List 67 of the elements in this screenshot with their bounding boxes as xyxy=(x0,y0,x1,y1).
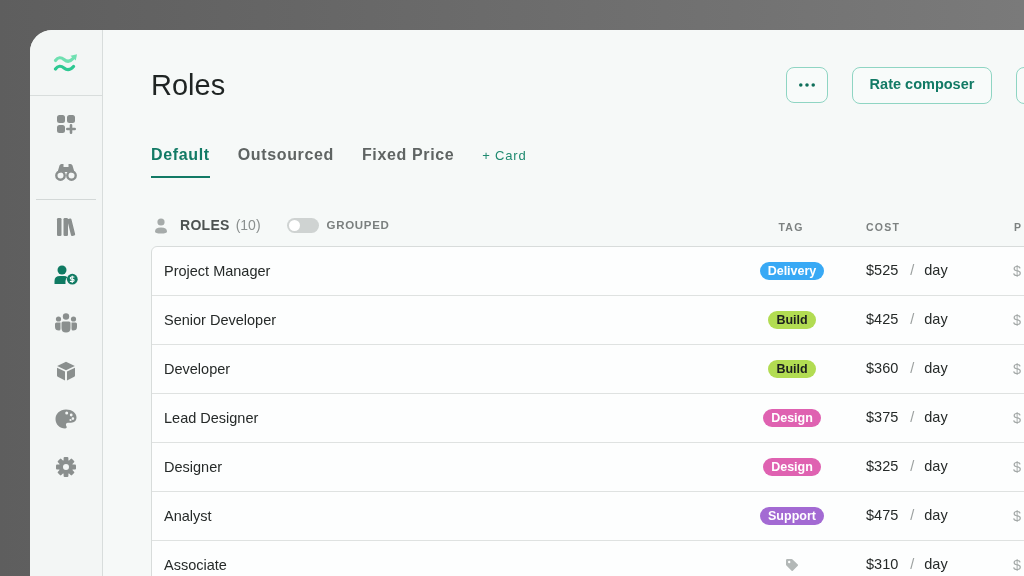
role-name: Senior Developer xyxy=(164,312,277,328)
tab[interactable]: Default xyxy=(151,143,210,178)
column-header: COST xyxy=(866,220,901,233)
cost-amount: $375 xyxy=(866,408,899,428)
more-icon xyxy=(799,83,815,87)
cost-unit: day xyxy=(924,506,948,526)
binoculars-icon[interactable] xyxy=(55,163,77,181)
table-cell: $ xyxy=(1013,410,1022,426)
cost-amount: $325 xyxy=(866,457,899,477)
table-cell: $ xyxy=(1013,508,1022,524)
settings-icon[interactable] xyxy=(56,457,76,477)
column-header: TAG xyxy=(778,220,804,233)
toggle-label: GROUPED xyxy=(326,217,390,233)
palette-icon[interactable] xyxy=(55,409,77,429)
cost-amount: $360 xyxy=(866,359,899,379)
logo-icon xyxy=(53,51,79,74)
cost-unit: day xyxy=(924,408,948,428)
tag-badge: Support xyxy=(760,507,824,525)
table-cell: $ xyxy=(1013,263,1022,279)
tag-icon[interactable] xyxy=(785,558,799,572)
grouped-toggle[interactable] xyxy=(286,218,319,233)
role-name: Project Manager xyxy=(164,263,271,279)
cost-unit: day xyxy=(924,310,948,330)
table-cell: $ xyxy=(1013,557,1022,573)
table-cell: $ xyxy=(1013,312,1022,328)
cost-amount: $425 xyxy=(866,310,899,330)
cost-amount: $525 xyxy=(866,261,899,281)
rate-composer-button[interactable]: Rate composer xyxy=(852,66,992,104)
tab[interactable]: Fixed Price xyxy=(361,143,455,178)
cost-unit: day xyxy=(924,261,948,281)
cost-amount: $310 xyxy=(866,555,899,575)
cost-amount: $475 xyxy=(866,506,899,526)
cost-separator: / xyxy=(910,408,915,428)
table-title: ROLES xyxy=(180,216,230,235)
tag-badge: Design xyxy=(763,409,821,427)
table-cell: $ xyxy=(1013,459,1022,475)
tag-badge: Build xyxy=(768,360,816,378)
cube-icon[interactable] xyxy=(56,361,76,381)
cost-separator: / xyxy=(910,261,915,281)
person-dollar-icon[interactable] xyxy=(54,265,78,285)
person-icon xyxy=(155,217,167,234)
tag-badge: Delivery xyxy=(759,262,825,280)
cost-separator: / xyxy=(910,555,915,575)
page-title: Roles xyxy=(151,68,226,103)
add-card-button[interactable]: + Card xyxy=(482,144,527,168)
more-button[interactable] xyxy=(786,67,828,103)
tag-badge: Build xyxy=(768,311,816,329)
cost-separator: / xyxy=(910,457,915,477)
column-header: P xyxy=(1014,220,1023,233)
books-icon[interactable] xyxy=(56,217,76,237)
team-icon[interactable] xyxy=(54,313,78,333)
cost-unit: day xyxy=(924,457,948,477)
cost-unit: day xyxy=(924,359,948,379)
tag-badge: Design xyxy=(763,458,821,476)
cost-separator: / xyxy=(910,310,915,330)
role-name: Analyst xyxy=(164,508,212,524)
grid-plus-icon[interactable] xyxy=(56,114,76,134)
cost-separator: / xyxy=(910,359,915,379)
cost-unit: day xyxy=(924,555,948,575)
cost-separator: / xyxy=(910,506,915,526)
table-cell: $ xyxy=(1013,361,1022,377)
role-name: Lead Designer xyxy=(164,410,259,426)
role-count: (10) xyxy=(235,216,261,235)
role-name: Designer xyxy=(164,459,223,475)
role-name: Associate xyxy=(164,557,227,573)
tab[interactable]: Outsourced xyxy=(237,143,334,178)
role-name: Developer xyxy=(164,361,231,377)
